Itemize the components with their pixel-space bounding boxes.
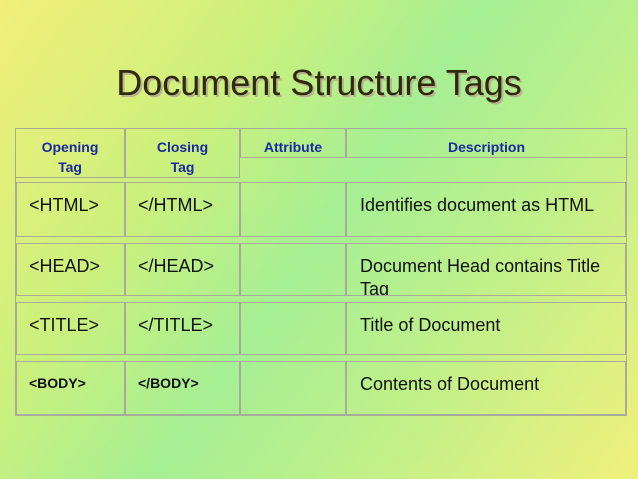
cell-closing: </TITLE> bbox=[125, 302, 240, 355]
cell-attribute bbox=[240, 361, 346, 415]
table-row: <BODY> </BODY> Contents of Document bbox=[16, 361, 626, 415]
table-row: <HEAD> </HEAD> Document Head contains Ti… bbox=[16, 243, 626, 296]
cell-description: Contents of Document bbox=[346, 361, 626, 415]
cell-description: Title of Document bbox=[346, 302, 626, 355]
cell-opening: <BODY> bbox=[16, 361, 125, 415]
header-opening-tag: Opening Tag bbox=[16, 129, 125, 178]
page-title: Document Structure Tags bbox=[116, 62, 522, 103]
header-opening-line2: Tag bbox=[58, 159, 82, 175]
cell-opening: <HEAD> bbox=[16, 243, 125, 296]
header-closing-line1: Closing bbox=[156, 139, 209, 155]
cell-opening: <TITLE> bbox=[16, 302, 125, 355]
cell-description: Identifies document as HTML bbox=[346, 182, 626, 237]
table-row: <HTML> </HTML> Identifies document as HT… bbox=[16, 182, 626, 237]
header-opening-line1: Opening bbox=[41, 139, 99, 155]
cell-attribute bbox=[240, 182, 346, 237]
header-closing-line2: Tag bbox=[170, 159, 195, 175]
header-description: Description bbox=[346, 129, 626, 158]
cell-attribute bbox=[240, 302, 346, 355]
table-row: <TITLE> </TITLE> Title of Document bbox=[16, 302, 626, 355]
cell-description: Document Head contains Title Tag bbox=[346, 243, 626, 296]
header-attribute: Attribute bbox=[240, 129, 346, 158]
header-closing-tag: Closing Tag bbox=[125, 129, 240, 178]
cell-closing: </HTML> bbox=[125, 182, 240, 237]
cell-attribute bbox=[240, 243, 346, 296]
table-header-row: Opening Tag Closing Tag Attribute Descri… bbox=[16, 129, 626, 178]
cell-closing: </HEAD> bbox=[125, 243, 240, 296]
tags-table: Opening Tag Closing Tag Attribute Descri… bbox=[15, 128, 627, 416]
cell-closing: </BODY> bbox=[125, 361, 240, 415]
cell-opening: <HTML> bbox=[16, 182, 125, 237]
